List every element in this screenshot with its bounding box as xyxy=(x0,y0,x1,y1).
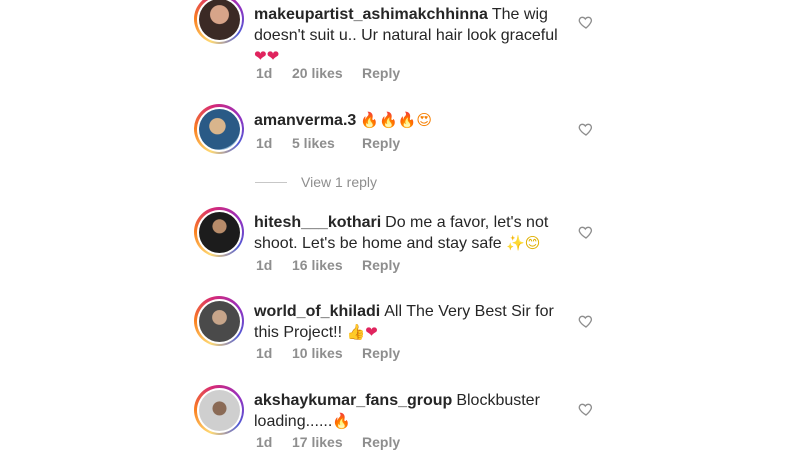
comment-meta: 1d 5 likes Reply xyxy=(256,135,400,151)
reply-button[interactable]: Reply xyxy=(362,345,400,361)
avatar-image xyxy=(198,108,240,150)
comment-text: world_of_khiladi All The Very Best Sir fo… xyxy=(254,301,564,343)
reply-button[interactable]: Reply xyxy=(362,257,400,273)
comment-text: makeupartist_ashimakchhinna The wig doesn… xyxy=(254,4,564,67)
avatar-image xyxy=(198,389,240,431)
comment-text: hitesh___kothari Do me a favor, let's not… xyxy=(254,212,564,254)
comment-meta: 1d 16 likes Reply xyxy=(256,257,400,273)
comment-likes[interactable]: 5 likes xyxy=(292,135,362,151)
heart-outline-icon[interactable] xyxy=(578,313,594,329)
comment-username[interactable]: amanverma.3 xyxy=(254,112,356,129)
view-replies-button[interactable]: View 1 reply xyxy=(255,174,377,190)
avatar[interactable] xyxy=(194,296,244,346)
avatar[interactable] xyxy=(194,207,244,257)
comment-emoji: ✨😊 xyxy=(506,234,541,252)
divider xyxy=(255,181,287,183)
heart-outline-icon[interactable] xyxy=(578,121,594,137)
comment-emoji: 🔥 xyxy=(332,412,351,430)
comment-likes[interactable]: 16 likes xyxy=(292,257,362,273)
comment-time: 1d xyxy=(256,135,273,151)
reply-button[interactable]: Reply xyxy=(362,434,400,450)
avatar-image xyxy=(198,300,240,342)
comment-time: 1d xyxy=(256,65,273,81)
avatar-image xyxy=(198,0,240,40)
reply-button[interactable]: Reply xyxy=(362,65,400,81)
heart-outline-icon[interactable] xyxy=(578,224,594,240)
comment-emoji: ❤❤ xyxy=(254,47,280,65)
comment-likes[interactable]: 17 likes xyxy=(292,434,362,450)
comment-text: akshaykumar_fans_group Blockbuster loadin… xyxy=(254,390,564,432)
comment-emoji: 👍❤ xyxy=(346,323,378,341)
comment-meta: 1d 20 likes Reply xyxy=(256,65,400,81)
comment-emoji: 🔥🔥🔥😍 xyxy=(360,111,432,129)
avatar-image xyxy=(198,211,240,253)
comment-username[interactable]: akshaykumar_fans_group xyxy=(254,392,452,409)
comment-likes[interactable]: 20 likes xyxy=(292,65,362,81)
comment-time: 1d xyxy=(256,257,273,273)
avatar[interactable] xyxy=(194,104,244,154)
heart-outline-icon[interactable] xyxy=(578,401,594,417)
comment-time: 1d xyxy=(256,434,273,450)
comment-username[interactable]: makeupartist_ashimakchhinna xyxy=(254,6,488,23)
comment-text: amanverma.3 🔥🔥🔥😍 xyxy=(254,110,564,131)
reply-button[interactable]: Reply xyxy=(362,135,400,151)
comment-meta: 1d 10 likes Reply xyxy=(256,345,400,361)
avatar[interactable] xyxy=(194,385,244,435)
heart-outline-icon[interactable] xyxy=(578,14,594,30)
avatar[interactable] xyxy=(194,0,244,44)
comment-time: 1d xyxy=(256,345,273,361)
comment-likes[interactable]: 10 likes xyxy=(292,345,362,361)
comment-username[interactable]: world_of_khiladi xyxy=(254,303,380,320)
view-replies-label: View 1 reply xyxy=(301,174,378,190)
comment-meta: 1d 17 likes Reply xyxy=(256,434,400,450)
comment-username[interactable]: hitesh___kothari xyxy=(254,214,381,231)
